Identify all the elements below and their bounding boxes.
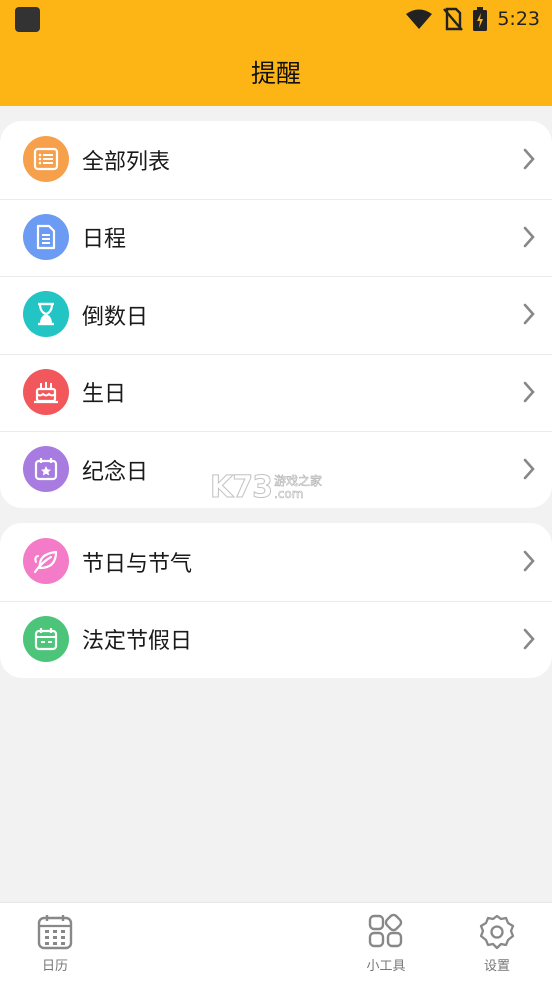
chevron-right-icon	[523, 226, 535, 247]
hourglass-icon	[23, 291, 69, 337]
app-notification-icon	[15, 7, 40, 32]
list-icon	[23, 136, 69, 182]
list-item-label: 日程	[82, 227, 127, 253]
tab-calendar-label: 日历	[41, 959, 68, 974]
tab-calendar[interactable]: 日历	[15, 913, 95, 977]
cake-icon	[23, 368, 69, 415]
page-title: 提醒	[250, 59, 301, 88]
list-item-schedule[interactable]: 日程	[0, 198, 552, 277]
tab-settings[interactable]: 设置	[457, 913, 537, 977]
tab-settings-label: 设置	[483, 959, 510, 974]
tab-tools-label: 小工具	[366, 959, 406, 974]
calendar-icon	[23, 615, 69, 662]
chevron-right-icon	[523, 303, 535, 325]
gear-icon	[479, 914, 515, 950]
app-bar: 提醒	[0, 38, 552, 106]
chevron-right-icon	[523, 550, 535, 572]
chevron-right-icon	[523, 148, 535, 170]
list-item-label: 纪念日	[82, 459, 149, 485]
bottom-tab-bar: 日历 小工具 设置	[0, 902, 552, 981]
chevron-right-icon	[523, 628, 535, 649]
status-time: 5:23	[497, 8, 540, 30]
document-icon	[23, 213, 69, 260]
list-item-public-holidays[interactable]: 法定节假日	[0, 600, 552, 679]
list-item-label: 倒数日	[82, 304, 149, 330]
chevron-right-icon	[523, 381, 535, 402]
list-item-label: 法定节假日	[82, 629, 193, 655]
no-sim-icon	[443, 7, 464, 31]
list-item-label: 节日与节气	[82, 551, 193, 577]
reminder-list-card: 全部列表 日程 倒数日 生日 纪念日	[0, 121, 552, 508]
list-item-countdown[interactable]: 倒数日	[0, 276, 552, 354]
wifi-icon	[406, 9, 433, 29]
list-item-label: 全部列表	[82, 149, 171, 175]
leaf-icon	[23, 538, 69, 584]
watermark-domain: .com	[274, 486, 304, 501]
list-item-birthday[interactable]: 生日	[0, 353, 552, 432]
watermark-text: 游戏之家	[274, 473, 323, 488]
calendar-icon	[37, 915, 73, 950]
watermark-logo: K73	[210, 470, 274, 506]
battery-charging-icon	[473, 7, 488, 31]
watermark: K73 游戏之家 .com	[210, 470, 323, 506]
list-item-all[interactable]: 全部列表	[0, 121, 552, 199]
list-item-festivals[interactable]: 节日与节气	[0, 523, 552, 601]
list-item-label: 生日	[82, 382, 127, 408]
status-bar: 5:23	[0, 0, 552, 38]
grid-icon	[368, 913, 403, 948]
tab-tools[interactable]: 小工具	[346, 913, 426, 977]
holiday-list-card: 节日与节气 法定节假日	[0, 523, 552, 678]
chevron-right-icon	[523, 458, 535, 480]
calendar-star-icon	[23, 446, 69, 492]
